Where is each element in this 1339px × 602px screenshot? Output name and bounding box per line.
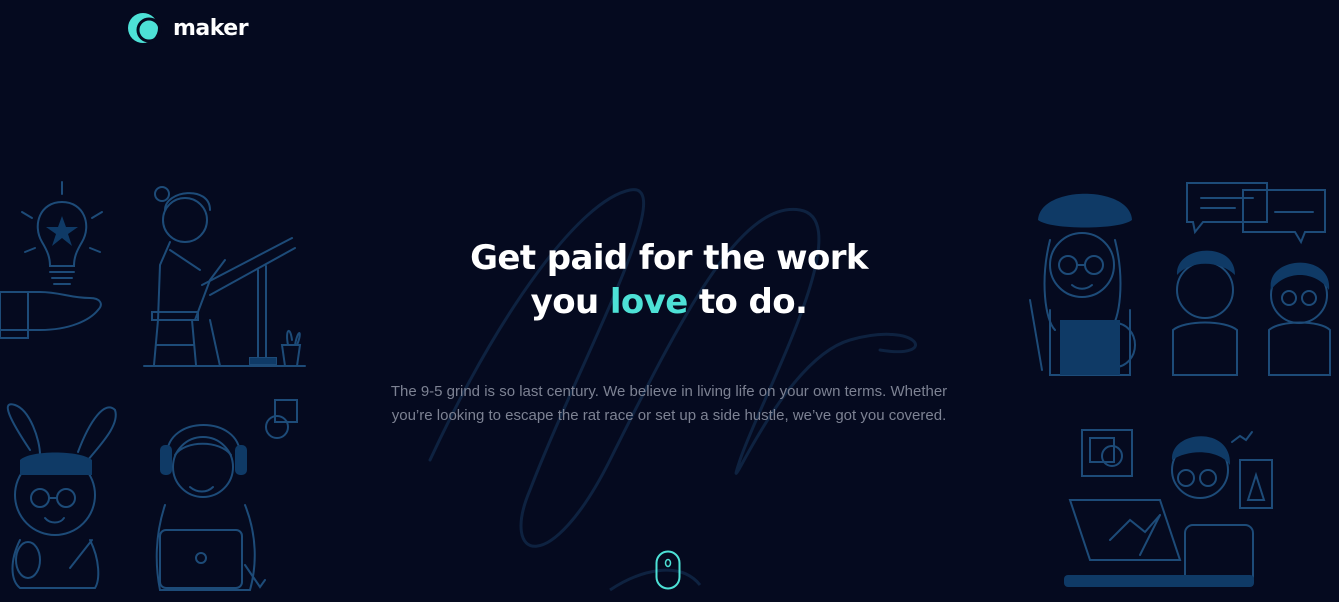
painter-girl-illustration <box>1029 193 1136 376</box>
lightbulb-hand-illustration <box>0 181 103 339</box>
headphone-girl-laptop-illustration <box>155 399 298 591</box>
hero-description: The 9-5 grind is so last century. We bel… <box>390 383 948 424</box>
mouse-scroll-icon[interactable] <box>655 550 681 590</box>
hero-title: Get paid for the work you love to do. <box>369 236 969 324</box>
designer-tablet-illustration <box>1064 429 1273 587</box>
maker-logo-icon <box>128 13 162 43</box>
hero-title-line2-after: to do. <box>687 282 808 322</box>
logo-text: maker <box>173 15 249 41</box>
chatting-people-illustration <box>1172 182 1331 376</box>
bunny-ears-girl-illustration <box>6 403 117 589</box>
logo-link[interactable]: maker <box>127 10 249 46</box>
artist-drawing-board-illustration <box>143 186 306 367</box>
hero-title-accent: love <box>609 282 688 322</box>
hero: Get paid for the work you love to do. <box>369 236 969 324</box>
page: maker Get paid for the work you love to … <box>0 0 1339 602</box>
hero-title-line2-before: you <box>530 282 610 322</box>
hero-title-line1: Get paid for the work <box>470 238 868 278</box>
